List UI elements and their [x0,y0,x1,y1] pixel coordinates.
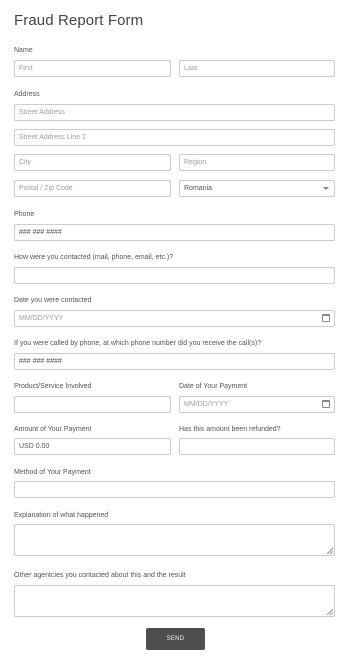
phone-input[interactable]: ### ### #### [14,224,335,241]
payment-method-input[interactable] [14,481,335,498]
calendar-icon[interactable] [322,400,330,408]
postal-code-input[interactable]: Postal / Zip Code [14,180,171,197]
refunded-input[interactable] [179,438,335,455]
resize-handle-icon[interactable] [327,548,333,554]
other-agencies-textarea[interactable] [14,585,335,617]
payment-amount-input[interactable]: USD 0.00 [14,438,171,455]
city-input[interactable]: City [14,154,171,171]
address-label: Address [14,91,40,98]
page-title: Fraud Report Form [14,12,144,29]
date-contacted-placeholder: MM/DD/YYYY [19,315,64,322]
payment-method-label: Method of Your Payment [14,469,91,476]
calendar-icon[interactable] [322,314,330,322]
date-contacted-input[interactable]: MM/DD/YYYY [14,310,335,327]
street-address-line2-input[interactable]: Street Address Line 2 [14,129,335,146]
region-input[interactable]: Region [179,154,335,171]
country-select[interactable]: Romania [179,180,335,197]
contact-method-label: How were you contacted (mail, phone, ema… [14,254,174,261]
payment-date-input[interactable]: MM/DD/YYYY [179,396,335,413]
name-label: Name [14,47,33,54]
other-agencies-label: Other agentcies you contacted about this… [14,572,186,579]
payment-date-placeholder: MM/DD/YYYY [184,401,229,408]
product-input[interactable] [14,396,171,413]
chevron-down-icon [323,187,329,190]
first-name-input[interactable]: First [14,60,171,77]
explanation-textarea[interactable] [14,524,335,556]
fraud-report-form: Fraud Report Form Name First Last Addres… [0,0,350,665]
explanation-label: Explanation of what happened [14,512,109,519]
called-phone-label: If you were called by phone, at which ph… [14,340,262,347]
payment-date-label: Date of Your Payment [179,383,248,390]
phone-label: Phone [14,211,35,218]
payment-amount-label: Amount of Your Payment [14,426,92,433]
called-phone-input[interactable]: ### ### #### [14,353,335,370]
product-label: Product/Service Involved [14,383,92,390]
date-contacted-label: Date you were contacted [14,297,92,304]
resize-handle-icon[interactable] [327,609,333,615]
refunded-label: Has this amount been refunded? [179,426,281,433]
send-button[interactable]: SEND [146,628,205,650]
street-address-input[interactable]: Street Address [14,104,335,121]
last-name-input[interactable]: Last [179,60,335,77]
contact-method-input[interactable] [14,267,335,284]
country-select-value: Romania [184,185,213,192]
